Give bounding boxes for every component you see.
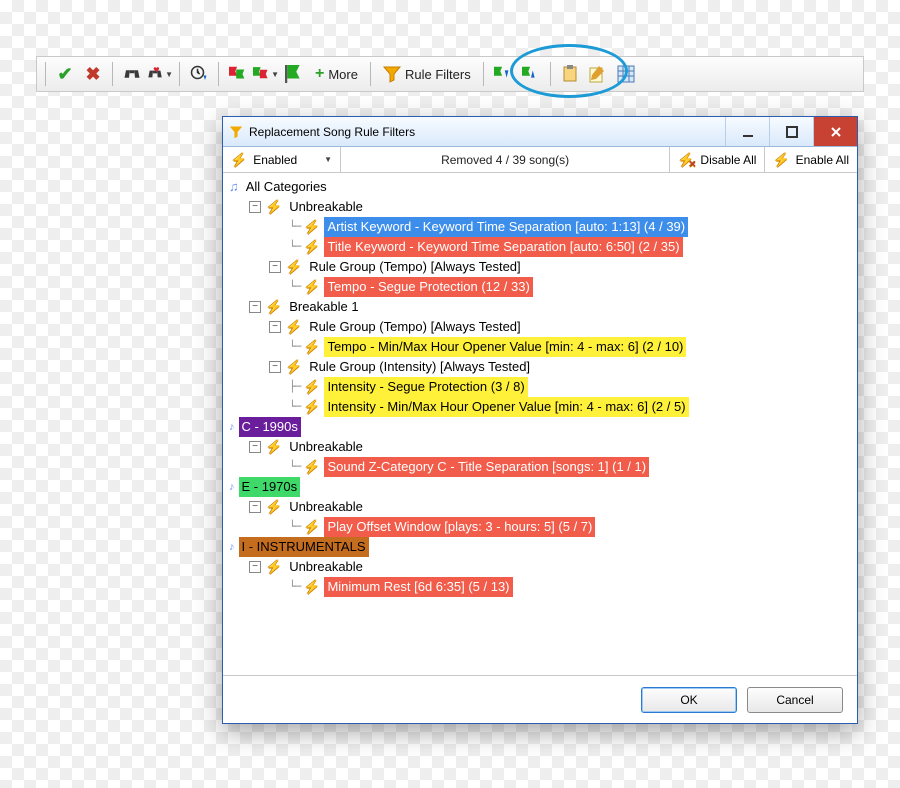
tree-rule[interactable]: └─⚡ Minimum Rest [6d 6:35] (5 / 13) [229,577,851,597]
maximize-button[interactable] [769,117,813,146]
tree-rule[interactable]: └─⚡ Artist Keyword - Keyword Time Separa… [229,217,851,237]
clipboard-icon [561,65,579,83]
binoculars-icon [123,65,141,83]
music-icon: ♫ [229,177,239,197]
tree-category[interactable]: ♪ I - INSTRUMENTALS [229,537,851,557]
binoculars-heart-icon [147,65,163,83]
expander-icon[interactable]: − [249,301,261,313]
cancel-button[interactable]: Cancel [747,687,843,713]
main-toolbar: ✔ ✖ ▼ ▼ + More Rule Filters [36,56,864,92]
expander-icon[interactable]: − [249,441,261,453]
reject-button[interactable]: ✖ [80,61,106,87]
flag-green-down-button[interactable] [490,61,516,87]
enable-all-button[interactable]: ⚡Enable All [765,147,857,172]
expander-icon[interactable]: − [249,561,261,573]
tree-root[interactable]: ♫ All Categories [229,177,851,197]
edit-note-button[interactable] [585,61,611,87]
binoculars-button[interactable] [119,61,145,87]
flag-green-up-button[interactable] [518,61,544,87]
flag-red-green-button[interactable] [225,61,251,87]
close-button[interactable] [813,117,857,146]
clipboard-button[interactable] [557,61,583,87]
tree-subgroup[interactable]: −⚡ Rule Group (Tempo) [Always Tested] [229,317,851,337]
rule-tree[interactable]: ♫ All Categories −⚡ Unbreakable └─⚡ Arti… [223,173,857,675]
app-icon [229,125,243,139]
flag-green-red-button[interactable]: ▼ [253,61,279,87]
tree-rule[interactable]: └─⚡ Play Offset Window [plays: 3 - hours… [229,517,851,537]
rule-filters-button[interactable]: Rule Filters [377,61,477,87]
minimize-button[interactable] [725,117,769,146]
flag-down-icon [494,65,512,83]
note-icon: ♪ [229,477,235,497]
tree-rule[interactable]: ├─⚡ Intensity - Segue Protection (3 / 8) [229,377,851,397]
tree-rule[interactable]: └─⚡ Intensity - Min/Max Hour Opener Valu… [229,397,851,417]
tree-group[interactable]: −⚡ Unbreakable [229,497,851,517]
tree-category[interactable]: ♪ E - 1970s [229,477,851,497]
titlebar: Replacement Song Rule Filters [223,117,857,147]
flag-pair-icon [229,65,247,83]
expander-icon[interactable]: − [269,361,281,373]
tree-rule[interactable]: └─⚡ Sound Z-Category C - Title Separatio… [229,457,851,477]
flag-up-icon [522,65,540,83]
note-icon: ♪ [229,537,235,557]
clock-down-button[interactable] [186,61,212,87]
tree-subgroup[interactable]: −⚡ Rule Group (Intensity) [Always Tested… [229,357,851,377]
enabled-dropdown[interactable]: ⚡Enabled ▼ [223,147,341,172]
disable-all-button[interactable]: ⚡Disable All [670,147,765,172]
flag-green-button[interactable] [281,61,307,87]
more-label: More [328,67,358,82]
filter-toolbar: ⚡Enabled ▼ Removed 4 / 39 song(s) ⚡Disab… [223,147,857,173]
tree-group[interactable]: −⚡ Breakable 1 [229,297,851,317]
expander-icon[interactable]: − [269,321,281,333]
window-title: Replacement Song Rule Filters [249,125,719,139]
funnel-icon [383,65,401,83]
rule-filters-label: Rule Filters [405,67,471,82]
expander-icon[interactable]: − [249,201,261,213]
tree-group[interactable]: −⚡ Unbreakable [229,197,851,217]
binoculars-fav-button[interactable]: ▼ [147,61,173,87]
tree-subgroup[interactable]: −⚡ Rule Group (Tempo) [Always Tested] [229,257,851,277]
pencil-note-icon [589,65,607,83]
expander-icon[interactable]: − [269,261,281,273]
rule-filters-dialog: Replacement Song Rule Filters ⚡Enabled ▼… [222,116,858,724]
clock-icon [190,65,208,83]
expander-icon[interactable]: − [249,501,261,513]
accept-button[interactable]: ✔ [52,61,78,87]
more-button[interactable]: + More [309,61,364,87]
grid-icon [617,65,635,83]
tree-rule[interactable]: └─⚡ Tempo - Segue Protection (12 / 33) [229,277,851,297]
flag-pair-icon [253,65,270,83]
dialog-buttonbar: OK Cancel [223,675,857,723]
tree-group[interactable]: −⚡ Unbreakable [229,557,851,577]
tree-category[interactable]: ♪ C - 1990s [229,417,851,437]
note-icon: ♪ [229,417,235,437]
tree-group[interactable]: −⚡ Unbreakable [229,437,851,457]
tree-rule[interactable]: └─⚡ Tempo - Min/Max Hour Opener Value [m… [229,337,851,357]
grid-button[interactable] [613,61,639,87]
flag-green-icon [285,65,303,83]
ok-button[interactable]: OK [641,687,737,713]
removed-status: Removed 4 / 39 song(s) [341,147,670,172]
tree-rule[interactable]: └─⚡ Title Keyword - Keyword Time Separat… [229,237,851,257]
